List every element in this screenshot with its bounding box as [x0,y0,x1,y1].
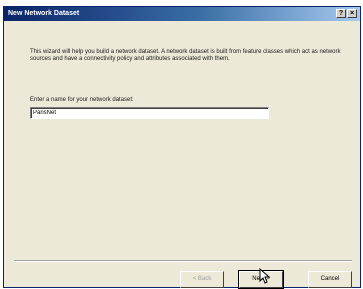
close-button[interactable]: × [347,9,357,18]
wizard-intro-text: This wizard will help you build a networ… [30,49,341,62]
cancel-button[interactable]: Cancel [308,271,352,288]
dataset-name-label: Enter a name for your network dataset: [30,97,134,103]
back-button[interactable]: < Back [180,271,224,288]
help-button[interactable]: ? [336,9,346,18]
footer-divider [14,260,352,262]
title-bar[interactable]: New Network Dataset ? × [4,7,360,21]
new-network-dataset-dialog: New Network Dataset ? × This wizard will… [3,6,361,289]
dataset-name-input[interactable] [30,107,269,119]
window-title: New Network Dataset [8,10,80,17]
pointer-arrow-icon [259,268,271,284]
